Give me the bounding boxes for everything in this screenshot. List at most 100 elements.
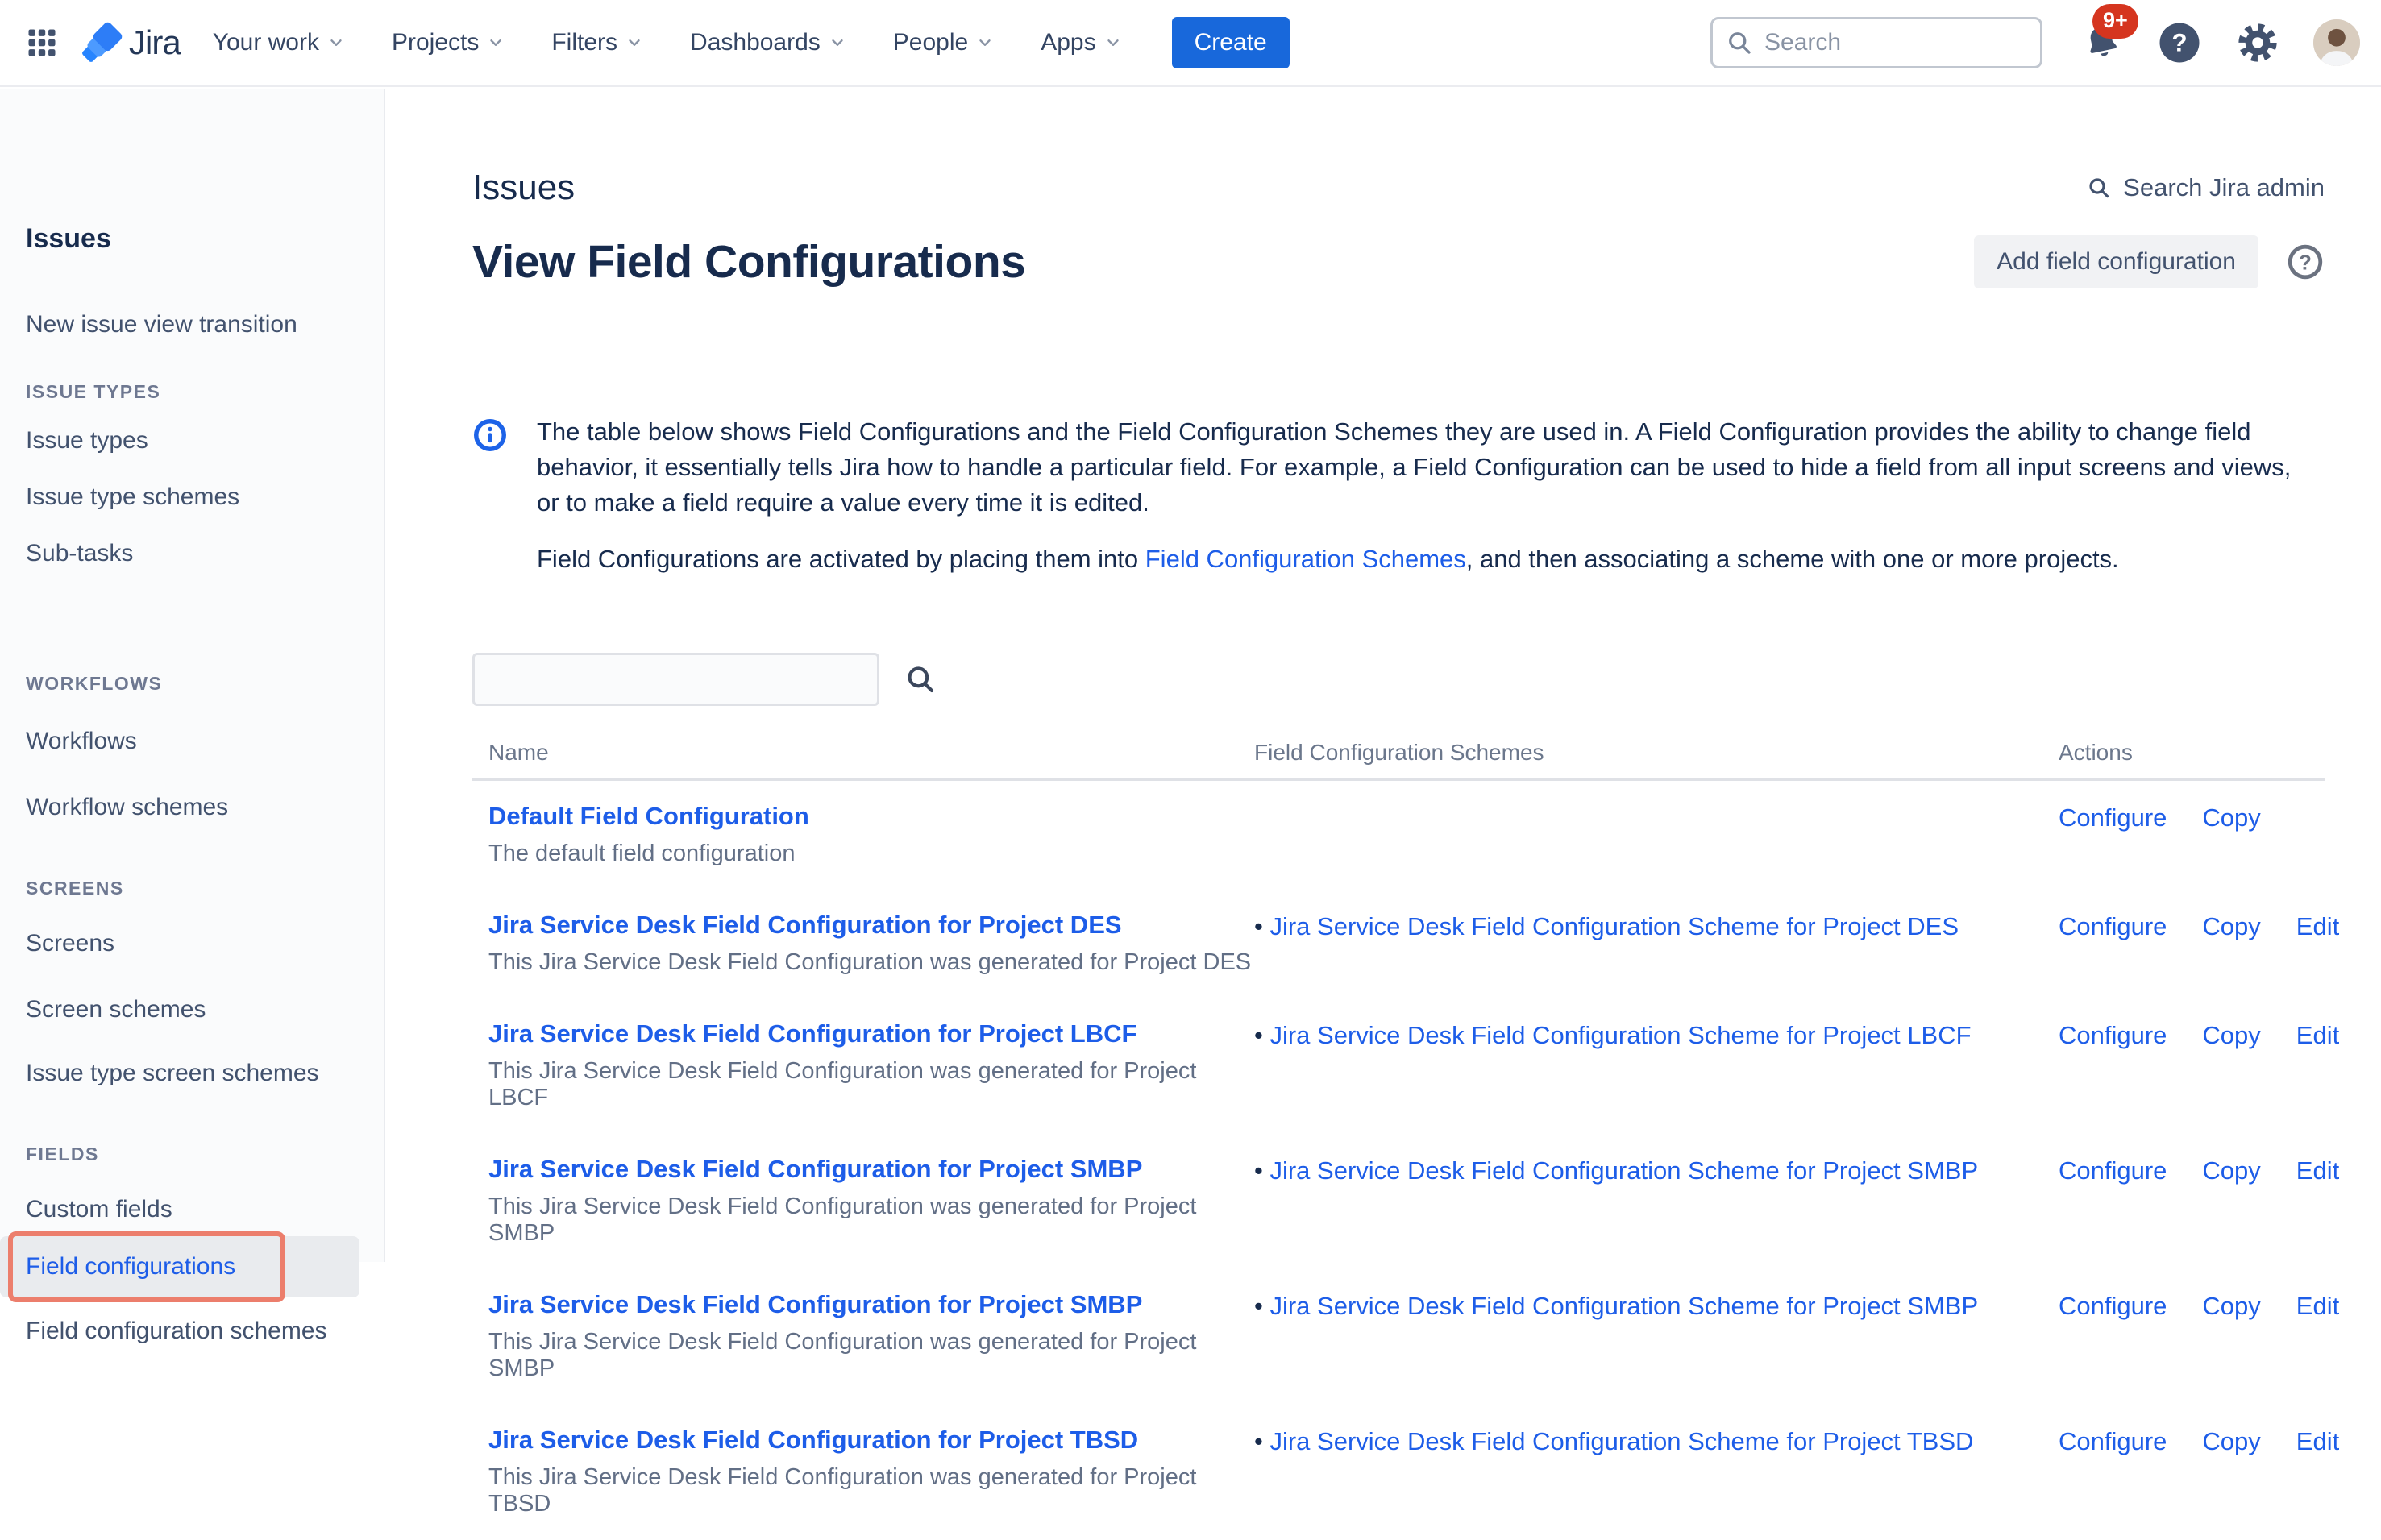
field-configuration-description: This Jira Service Desk Field Configurati… — [488, 1058, 1254, 1111]
field-configuration-link[interactable]: Jira Service Desk Field Configuration fo… — [488, 1290, 1142, 1318]
sidebar-section-screens: SCREENS — [26, 877, 368, 899]
scheme-link[interactable]: Jira Service Desk Field Configuration Sc… — [1269, 1156, 1978, 1185]
field-configuration-description: This Jira Service Desk Field Configurati… — [488, 1329, 1254, 1382]
app-switcher-icon[interactable] — [24, 25, 60, 60]
chevron-down-icon — [976, 34, 994, 52]
action-copy-link[interactable]: Copy — [2202, 912, 2260, 941]
scheme-link[interactable]: Jira Service Desk Field Configuration Sc… — [1269, 1292, 1978, 1320]
global-search-input[interactable] — [1710, 17, 2042, 68]
table-row: Default Field Configuration The default … — [472, 781, 2325, 890]
intro-text-block: The table below shows Field Configuratio… — [472, 414, 2325, 577]
primary-nav: Your work Projects Filters Dashboards Pe… — [213, 29, 1122, 56]
field-configuration-link[interactable]: Jira Service Desk Field Configuration fo… — [488, 1426, 1138, 1454]
action-edit-link[interactable]: Edit — [2296, 912, 2339, 941]
sidebar-section-fields: FIELDS — [26, 1143, 368, 1165]
jira-logo-mark-icon — [81, 22, 123, 64]
global-search — [1710, 17, 2042, 68]
sidebar-item-issue-type-schemes[interactable]: Issue type schemes — [26, 479, 368, 515]
field-configuration-schemes-link[interactable]: Field Configuration Schemes — [1145, 545, 1466, 573]
action-configure-link[interactable]: Configure — [2059, 1156, 2167, 1185]
search-icon — [2086, 175, 2112, 201]
nav-filters[interactable]: Filters — [551, 29, 643, 56]
sidebar-item-workflow-schemes[interactable]: Workflow schemes — [26, 790, 368, 825]
field-configuration-description: This Jira Service Desk Field Configurati… — [488, 949, 1254, 976]
field-configuration-link[interactable]: Jira Service Desk Field Configuration fo… — [488, 1155, 1142, 1183]
sidebar-item-issue-types[interactable]: Issue types — [26, 423, 368, 459]
action-configure-link[interactable]: Configure — [2059, 1427, 2167, 1456]
action-copy-link[interactable]: Copy — [2202, 1427, 2260, 1456]
sidebar-item-field-configurations[interactable]: Field configurations — [0, 1236, 359, 1297]
column-header-schemes: Field Configuration Schemes — [1254, 740, 2059, 766]
jira-logo[interactable]: Jira — [81, 22, 181, 64]
chevron-down-icon — [487, 34, 505, 52]
intro-paragraph-1: The table below shows Field Configuratio… — [537, 414, 2302, 521]
field-configuration-link[interactable]: Default Field Configuration — [488, 802, 809, 830]
sidebar-section-issue-types: ISSUE TYPES — [26, 380, 368, 403]
action-copy-link[interactable]: Copy — [2202, 803, 2260, 832]
scheme-link[interactable]: Jira Service Desk Field Configuration Sc… — [1269, 912, 1959, 940]
search-jira-admin-link[interactable]: Search Jira admin — [2086, 173, 2325, 202]
nav-dashboards[interactable]: Dashboards — [690, 29, 846, 56]
field-configuration-link[interactable]: Jira Service Desk Field Configuration fo… — [488, 911, 1122, 939]
action-configure-link[interactable]: Configure — [2059, 1021, 2167, 1050]
chevron-down-icon — [829, 34, 846, 52]
main-content: Issues Search Jira admin View Field Conf… — [472, 89, 2325, 1262]
svg-text:?: ? — [2299, 251, 2312, 275]
sidebar-item-screen-schemes[interactable]: Screen schemes — [26, 992, 368, 1027]
scheme-link[interactable]: Jira Service Desk Field Configuration Sc… — [1269, 1021, 1971, 1049]
table-row: Jira Service Desk Field Configuration fo… — [472, 998, 2325, 1134]
settings-button[interactable] — [2236, 21, 2279, 64]
search-icon — [1725, 28, 1754, 57]
table-row: Jira Service Desk Field Configuration fo… — [472, 890, 2325, 998]
sidebar-section-workflows: WORKFLOWS — [26, 672, 368, 695]
action-copy-link[interactable]: Copy — [2202, 1156, 2260, 1185]
action-edit-link[interactable]: Edit — [2296, 1427, 2339, 1456]
sidebar-item-screens[interactable]: Screens — [26, 926, 368, 961]
table-row: Jira Service Desk Field Configuration fo… — [472, 1405, 2325, 1540]
notifications-badge: 9+ — [2092, 4, 2138, 39]
sidebar-item-custom-fields[interactable]: Custom fields — [26, 1192, 368, 1227]
field-configurations-table: Name Field Configuration Schemes Actions… — [472, 740, 2325, 1540]
jira-wordmark: Jira — [129, 23, 181, 62]
avatar-photo — [2313, 19, 2360, 66]
action-configure-link[interactable]: Configure — [2059, 1292, 2167, 1321]
scheme-link[interactable]: Jira Service Desk Field Configuration Sc… — [1269, 1427, 1973, 1455]
section-help-button[interactable]: ? — [2286, 243, 2325, 281]
field-configuration-description: This Jira Service Desk Field Configurati… — [488, 1193, 1254, 1247]
action-edit-link[interactable]: Edit — [2296, 1021, 2339, 1050]
action-edit-link[interactable]: Edit — [2296, 1156, 2339, 1185]
top-navigation-bar: Jira Your work Projects Filters Dashboar… — [0, 0, 2381, 87]
nav-apps[interactable]: Apps — [1041, 29, 1121, 56]
table-filter-input[interactable] — [472, 653, 879, 706]
action-copy-link[interactable]: Copy — [2202, 1021, 2260, 1050]
sidebar-item-sub-tasks[interactable]: Sub-tasks — [26, 536, 368, 571]
page-title: Issues — [472, 168, 575, 208]
section-title: View Field Configurations — [472, 235, 1025, 288]
help-outline-icon: ? — [2286, 243, 2325, 281]
notifications-button[interactable]: 9+ — [2081, 22, 2123, 64]
create-button[interactable]: Create — [1172, 17, 1290, 68]
chevron-down-icon — [625, 34, 643, 52]
intro-p2-after: , and then associating a scheme with one… — [1466, 545, 2119, 573]
field-configuration-link[interactable]: Jira Service Desk Field Configuration fo… — [488, 1019, 1136, 1048]
sidebar-item-new-issue-view-transition[interactable]: New issue view transition — [26, 307, 368, 342]
action-configure-link[interactable]: Configure — [2059, 803, 2167, 832]
nav-projects[interactable]: Projects — [392, 29, 505, 56]
field-configuration-description: The default field configuration — [488, 841, 1254, 867]
gear-icon — [2236, 21, 2279, 64]
sidebar-item-field-configuration-schemes[interactable]: Field configuration schemes — [26, 1314, 368, 1349]
table-row: Jira Service Desk Field Configuration fo… — [472, 1269, 2325, 1405]
help-button[interactable]: ? — [2157, 20, 2202, 65]
sidebar-item-issue-type-screen-schemes[interactable]: Issue type screen schemes — [26, 1056, 368, 1091]
action-copy-link[interactable]: Copy — [2202, 1292, 2260, 1321]
user-avatar[interactable] — [2313, 19, 2360, 66]
column-header-actions: Actions — [2059, 740, 2325, 766]
action-edit-link[interactable]: Edit — [2296, 1292, 2339, 1321]
add-field-configuration-button[interactable]: Add field configuration — [1974, 235, 2258, 288]
filter-search-icon[interactable] — [904, 662, 937, 696]
sidebar-item-workflows[interactable]: Workflows — [26, 724, 368, 759]
table-header-row: Name Field Configuration Schemes Actions — [472, 740, 2325, 781]
nav-your-work[interactable]: Your work — [213, 29, 345, 56]
action-configure-link[interactable]: Configure — [2059, 912, 2167, 941]
nav-people[interactable]: People — [893, 29, 994, 56]
